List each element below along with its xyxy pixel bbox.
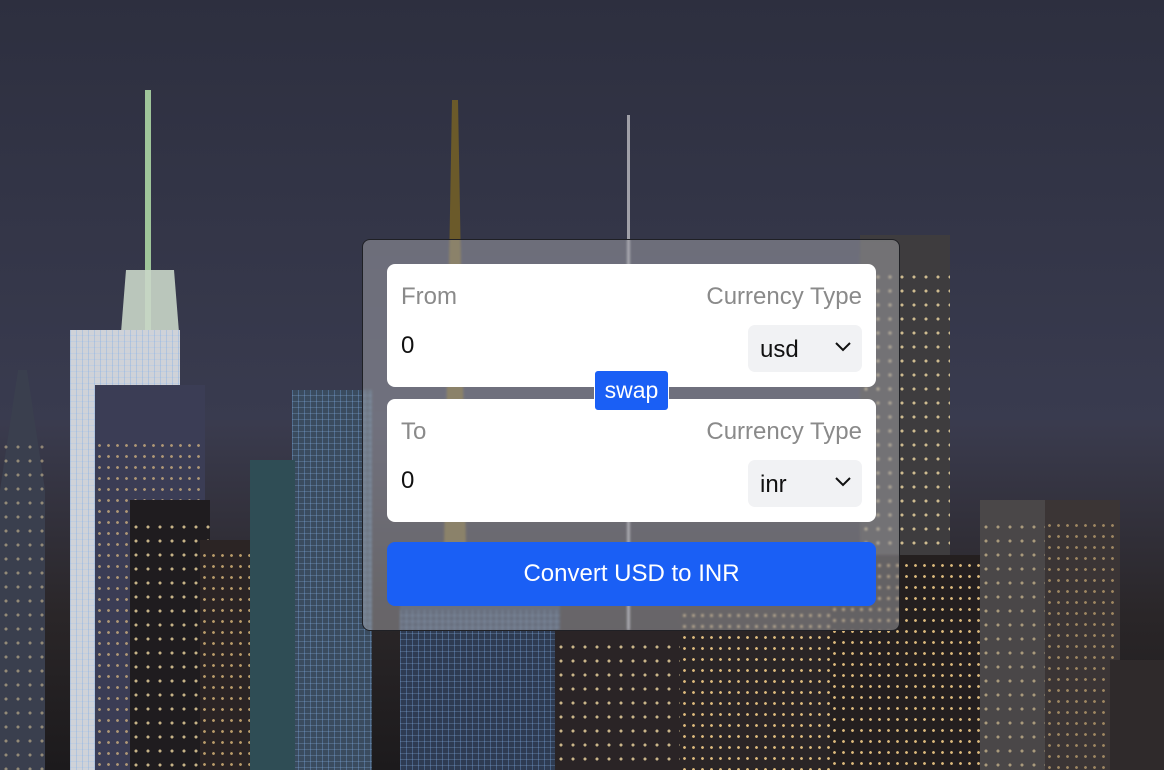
from-currency-type-label: Currency Type [706,283,862,310]
currency-converter-card: From Currency Type 0 usd To Currency Typ… [362,239,900,631]
chevron-down-icon [835,477,851,487]
chevron-down-icon [835,342,851,352]
building-windows [0,440,45,770]
swap-button[interactable]: swap [594,370,669,411]
to-currency-value: inr [760,471,787,498]
from-label: From [401,283,457,310]
building [250,460,295,770]
from-currency-value: usd [760,336,799,363]
to-currency-select[interactable]: inr [748,460,862,507]
building-windows [292,390,372,770]
to-currency-type-label: Currency Type [706,418,862,445]
building [1110,660,1164,770]
convert-button[interactable]: Convert USD to INR [387,542,876,606]
to-label: To [401,418,427,445]
from-panel: From Currency Type 0 usd [387,264,876,387]
building-windows [555,640,685,770]
building-windows [130,520,210,770]
from-amount-input[interactable]: 0 [401,332,701,360]
building-windows [400,610,560,770]
to-amount-input[interactable]: 0 [401,467,701,495]
building-windows [980,520,1055,770]
to-panel: To Currency Type 0 inr [387,399,876,522]
from-currency-select[interactable]: usd [748,325,862,372]
building-windows [680,610,830,770]
building-windows [1045,520,1120,770]
